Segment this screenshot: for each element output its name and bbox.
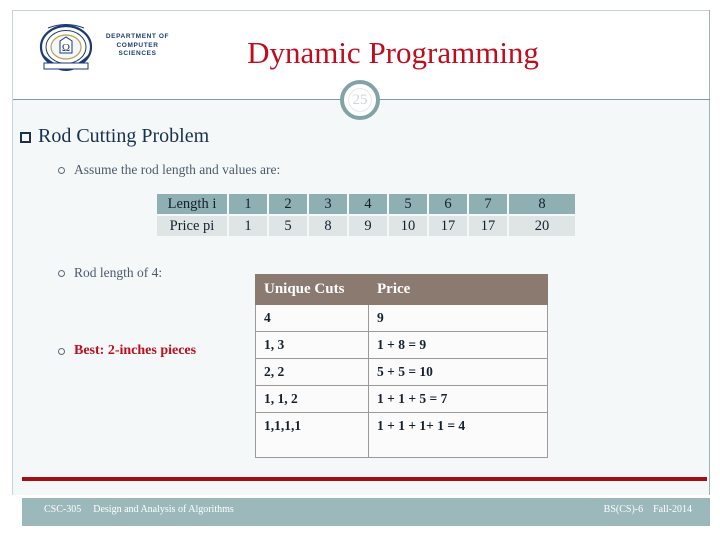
footer-left: CSC-305 Design and Analysis of Algorithm… — [44, 504, 234, 515]
university-crest-icon: Ω — [39, 24, 93, 71]
bullet-assume: Assume the rod length and values are: — [58, 162, 280, 178]
length-cell: 6 — [429, 194, 467, 214]
footer-program: BS(CS)-6 — [603, 504, 644, 515]
length-cell: 8 — [509, 194, 575, 214]
price-cell: 1 + 8 = 9 — [368, 331, 548, 359]
length-cell: 2 — [269, 194, 307, 214]
price-cell: 9 — [368, 304, 548, 332]
bullet-best-answer: Best: 2-inches pieces — [58, 343, 196, 359]
price-cell: 5 — [269, 216, 307, 236]
price-cell: 9 — [349, 216, 387, 236]
price-cell: 17 — [469, 216, 507, 236]
table-row: 1, 1, 2 1 + 1 + 5 = 7 — [255, 385, 548, 413]
length-row-label: Length i — [157, 194, 227, 214]
price-row-label: Price pi — [157, 216, 227, 236]
cuts-cell: 4 — [255, 304, 369, 332]
university-logo: Ω DEPARTMENT OF COMPUTER SCIENCES — [30, 19, 175, 81]
length-cell: 1 — [229, 194, 267, 214]
price-cell: 5 + 5 = 10 — [368, 358, 548, 386]
slide: Ω DEPARTMENT OF COMPUTER SCIENCES Dynami… — [0, 0, 720, 540]
bullet-rod-length-label: Rod length of 4: — [74, 265, 163, 280]
table-header-row: Unique Cuts Price — [255, 274, 548, 305]
length-cell: 7 — [469, 194, 507, 214]
unique-cuts-table: Unique Cuts Price 4 9 1, 3 1 + 8 = 9 2, … — [255, 274, 548, 458]
length-cell: 4 — [349, 194, 387, 214]
col-header-price: Price — [368, 274, 548, 305]
price-cell: 17 — [429, 216, 467, 236]
footer-right: BS(CS)-6 Fall-2014 — [604, 504, 692, 515]
footer-red-rule — [22, 477, 707, 481]
col-header-unique-cuts: Unique Cuts — [255, 274, 369, 305]
footer-course-name: Design and Analysis of Algorithms — [93, 504, 234, 515]
table-row: Length i 1 2 3 4 5 6 7 8 — [157, 194, 575, 214]
slide-footer: CSC-305 Design and Analysis of Algorithm… — [22, 498, 710, 526]
table-row: 1, 3 1 + 8 = 9 — [255, 331, 548, 359]
cuts-cell: 1,1,1,1 — [255, 412, 369, 458]
bullet-assume-label: Assume the rod length and values are: — [74, 162, 281, 177]
table-row: Price pi 1 5 8 9 10 17 17 20 — [157, 216, 575, 236]
price-cell: 20 — [509, 216, 575, 236]
price-cell: 10 — [389, 216, 427, 236]
slide-number-badge: 25 — [340, 80, 380, 120]
section-heading-label: Rod Cutting Problem — [38, 125, 210, 147]
length-cell: 3 — [309, 194, 347, 214]
section-heading: Rod Cutting Problem — [20, 125, 209, 148]
circle-bullet-icon — [58, 167, 65, 174]
bullet-rod-length: Rod length of 4: — [58, 265, 162, 281]
circle-bullet-icon — [58, 348, 65, 355]
table-row: 4 9 — [255, 304, 548, 332]
price-cell: 1 — [229, 216, 267, 236]
footer-course-code: CSC-305 — [44, 504, 82, 515]
bullet-best-answer-label: Best: 2-inches pieces — [74, 343, 197, 358]
svg-text:Ω: Ω — [62, 42, 70, 54]
circle-bullet-icon — [58, 270, 65, 277]
cuts-cell: 1, 3 — [255, 331, 369, 359]
price-cell: 1 + 1 + 1+ 1 = 4 — [368, 412, 548, 458]
cuts-cell: 2, 2 — [255, 358, 369, 386]
footer-term: Fall-2014 — [653, 504, 692, 515]
cuts-cell: 1, 1, 2 — [255, 385, 369, 413]
price-cell: 8 — [309, 216, 347, 236]
square-bullet-icon — [20, 132, 31, 143]
price-cell: 1 + 1 + 5 = 7 — [368, 385, 548, 413]
slide-title: Dynamic Programming — [247, 35, 539, 70]
slide-frame-right — [709, 10, 710, 495]
length-cell: 5 — [389, 194, 427, 214]
table-row: 1,1,1,1 1 + 1 + 1+ 1 = 4 — [255, 412, 548, 458]
length-price-table: Length i 1 2 3 4 5 6 7 8 Price pi 1 5 8 … — [155, 192, 577, 238]
table-row: 2, 2 5 + 5 = 10 — [255, 358, 548, 386]
